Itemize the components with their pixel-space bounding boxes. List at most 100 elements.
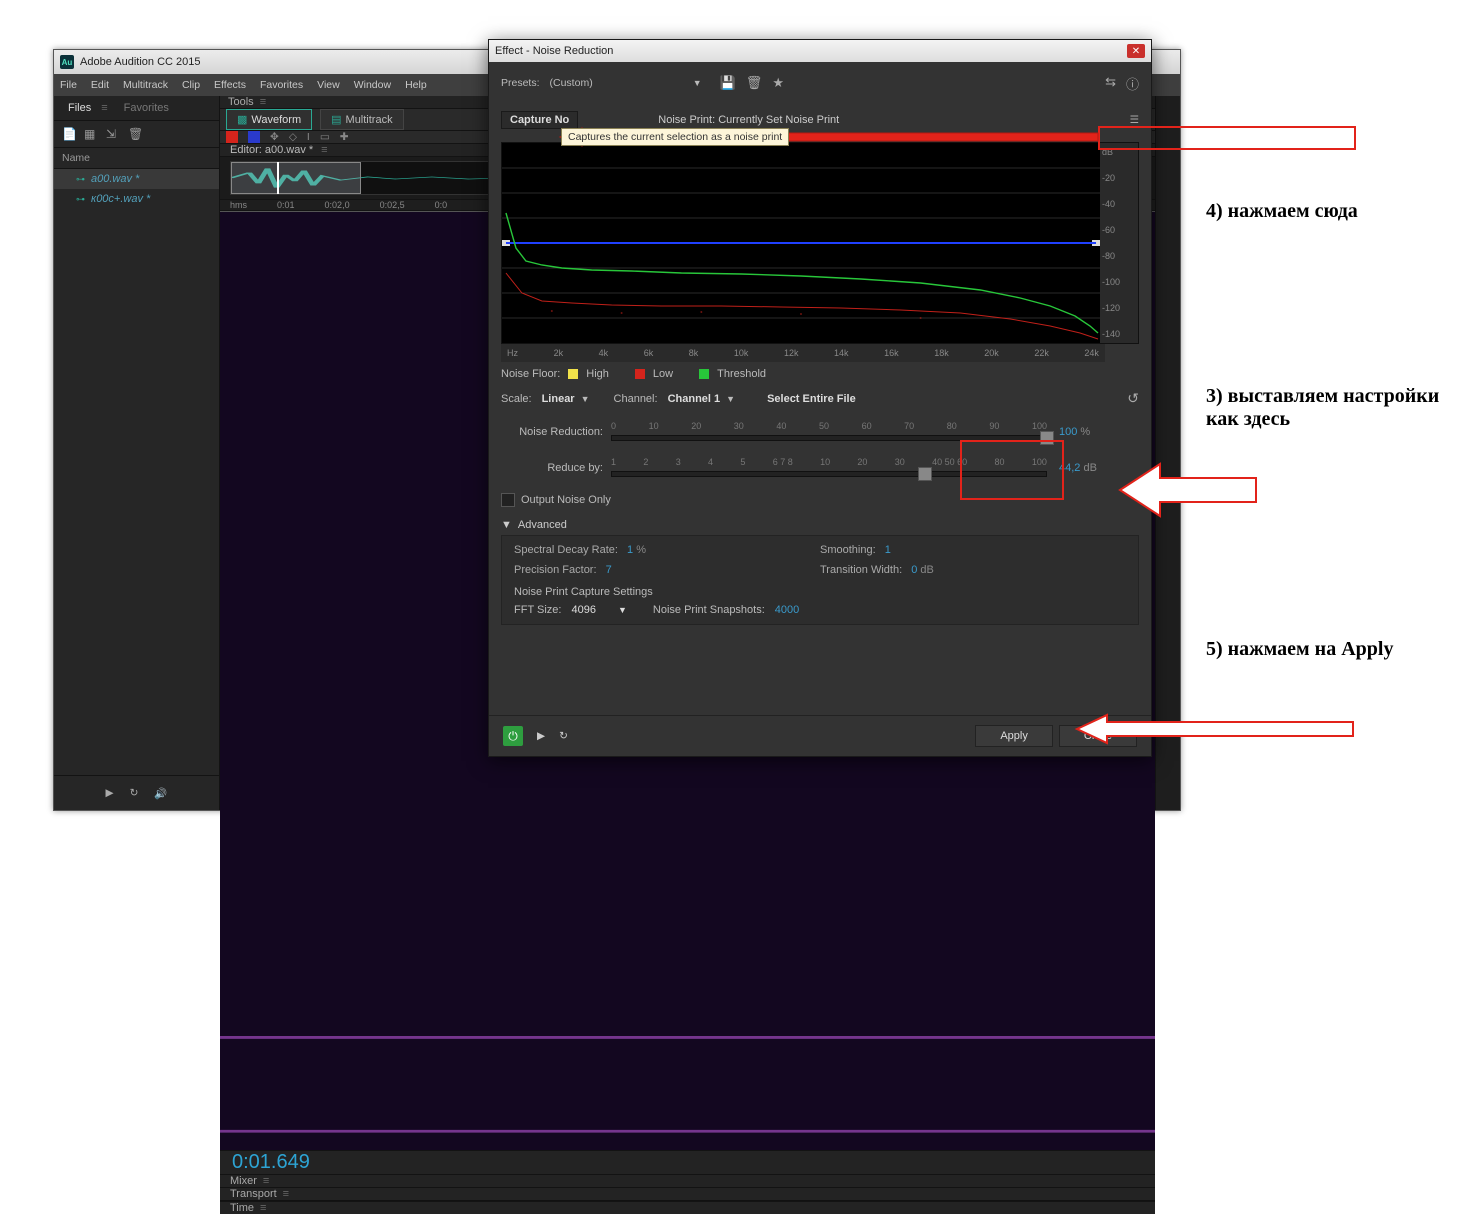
legend-high-color [568,369,578,379]
options-icon[interactable]: ☰ [1130,114,1139,126]
waveform-icon: ⊶ [76,174,85,185]
spectrum-yaxis: dB-20-40-60 -80-100-120-140 [1100,143,1138,343]
mode-waveform[interactable]: ▩Waveform [226,109,312,130]
info-icon[interactable]: ⓘ [1126,74,1139,93]
menu-file[interactable]: File [60,79,77,91]
spectrum-xaxis: Hz2k4k6k 8k10k12k14k 16k18k20k22k24k [501,344,1105,362]
time-panel[interactable]: Time [230,1202,254,1214]
editor-title: Editor: a00.wav * [230,144,313,156]
power-toggle[interactable]: ⏻ [503,726,523,746]
timecode: 0:01.649 [220,1150,1155,1174]
file-row-1[interactable]: ⊶ к00с+.wav * [54,189,219,209]
window-title: Adobe Audition CC 2015 [80,56,200,68]
noise-reduction-value[interactable]: 100 [1059,426,1077,438]
delete-preset-icon[interactable]: 🗑 [746,75,763,91]
fft-size-label: FFT Size: [514,604,561,616]
file-name-0: a00.wav * [91,173,139,185]
close-icon[interactable]: ✕ [1127,44,1145,58]
channel-label: Channel: [614,393,658,405]
noise-reduction-label: Noise Reduction: [501,426,611,438]
link-icon[interactable]: ⇆ [1105,74,1116,93]
snapshots-value[interactable]: 4000 [775,604,799,616]
annotation-4-text: 4) нажмаем сюда [1206,200,1358,223]
fft-size-dropdown[interactable]: 4096▼ [571,604,626,616]
spectrum-graph[interactable]: dB-20-40-60 -80-100-120-140 [501,142,1139,344]
capture-tooltip: Captures the current selection as a nois… [561,128,789,146]
annotation-5-text: 5) нажмаем на Apply [1206,638,1393,661]
precision-value[interactable]: 7 [606,564,612,576]
noise-reduction-dialog: Effect - Noise Reduction ✕ Presets: (Cus… [488,39,1152,757]
capture-settings-label: Noise Print Capture Settings [514,586,1126,598]
transition-value[interactable]: 0 [911,564,917,576]
timeline-unit: hms [230,200,247,210]
color-1[interactable] [226,131,238,143]
reduce-by-slider[interactable]: 1234 56 7 81020 3040 50 6080100 [611,457,1047,479]
tab-favorites[interactable]: Favorites [118,100,175,116]
spectral-decay-value[interactable]: 1 [627,544,633,556]
scale-dropdown[interactable]: Linear▼ [542,393,590,405]
reduce-by-value[interactable]: 44,2 [1059,462,1080,474]
capture-noise-print-button[interactable]: Capture No [501,111,578,129]
dialog-title-bar[interactable]: Effect - Noise Reduction ✕ [489,40,1151,62]
open-file-icon[interactable]: 📄 [62,127,76,141]
select-entire-file-button[interactable]: Select Entire File [767,393,856,405]
loop-icon[interactable]: ↻ [130,787,139,799]
annotation-3-text: 3) выставляем настройки как здесь [1206,385,1466,431]
menu-multitrack[interactable]: Multitrack [123,79,168,91]
files-name-header[interactable]: Name [54,148,219,169]
reset-icon[interactable]: ↺ [1127,390,1139,407]
import-icon[interactable]: ⇲ [106,127,120,141]
move-tool-icon[interactable]: ✥ [270,131,279,143]
new-file-icon[interactable]: ▦ [84,127,98,141]
menu-window[interactable]: Window [354,79,391,91]
advanced-toggle[interactable]: ▼Advanced [501,519,1139,531]
file-row-0[interactable]: ⊶ a00.wav * [54,169,219,189]
play-icon[interactable]: ▶ [106,787,114,799]
annotation-box-4 [1098,126,1356,150]
noise-floor-label: Noise Floor: [501,368,560,380]
output-noise-only-checkbox[interactable] [501,493,515,507]
files-panel: Files ≡ Favorites 📄 ▦ ⇲ 🗑 Name ⊶ a00.wav… [54,96,220,810]
preview-play-icon[interactable]: ▶ [537,730,545,742]
lasso-tool-icon[interactable]: ◇ [289,131,297,143]
star-icon[interactable]: ★ [772,75,784,91]
mixer-panel[interactable]: Mixer [230,1175,257,1187]
noise-print-status: Noise Print: Currently Set Noise Print [658,114,839,126]
dialog-title: Effect - Noise Reduction [495,45,613,57]
color-2[interactable] [248,131,260,143]
heal-tool-icon[interactable]: ✚ [340,131,349,143]
file-name-1: к00с+.wav * [91,193,150,205]
presets-dropdown[interactable]: (Custom)▼ [548,77,704,89]
loop-preview-icon[interactable]: ↻ [559,730,568,742]
transport-panel[interactable]: Transport [230,1188,277,1200]
noise-reduction-slider[interactable]: 0102030 40506070 8090100 [611,421,1047,443]
save-preset-icon[interactable]: 💾 [720,75,736,91]
apply-button[interactable]: Apply [975,725,1053,747]
menu-effects[interactable]: Effects [214,79,246,91]
legend-low-color [635,369,645,379]
output-noise-only-label: Output Noise Only [521,494,611,506]
menu-clip[interactable]: Clip [182,79,200,91]
reduce-by-label: Reduce by: [501,462,611,474]
menu-help[interactable]: Help [405,79,427,91]
menu-view[interactable]: View [317,79,340,91]
menu-edit[interactable]: Edit [91,79,109,91]
files-toolbar: 📄 ▦ ⇲ 🗑 [54,121,219,148]
channel-dropdown[interactable]: Channel 1▼ [668,393,736,405]
smoothing-value[interactable]: 1 [885,544,891,556]
arrow-5 [1077,713,1357,745]
legend-threshold-color [699,369,709,379]
menu-favorites[interactable]: Favorites [260,79,303,91]
presets-label: Presets: [501,77,540,89]
volume-icon[interactable]: 🔊 [154,787,167,800]
right-dock [1155,96,1180,810]
tab-tools[interactable]: Tools [228,96,254,108]
marquee-tool-icon[interactable]: ▭ [320,131,330,143]
arrow-3 [1120,460,1260,520]
delete-icon[interactable]: 🗑 [128,127,142,141]
scale-label: Scale: [501,393,532,405]
snapshots-label: Noise Print Snapshots: [653,604,765,616]
mode-multitrack[interactable]: ▤Multitrack [320,109,403,130]
ibeam-tool-icon[interactable]: I [307,131,310,143]
tab-files[interactable]: Files [62,100,97,116]
